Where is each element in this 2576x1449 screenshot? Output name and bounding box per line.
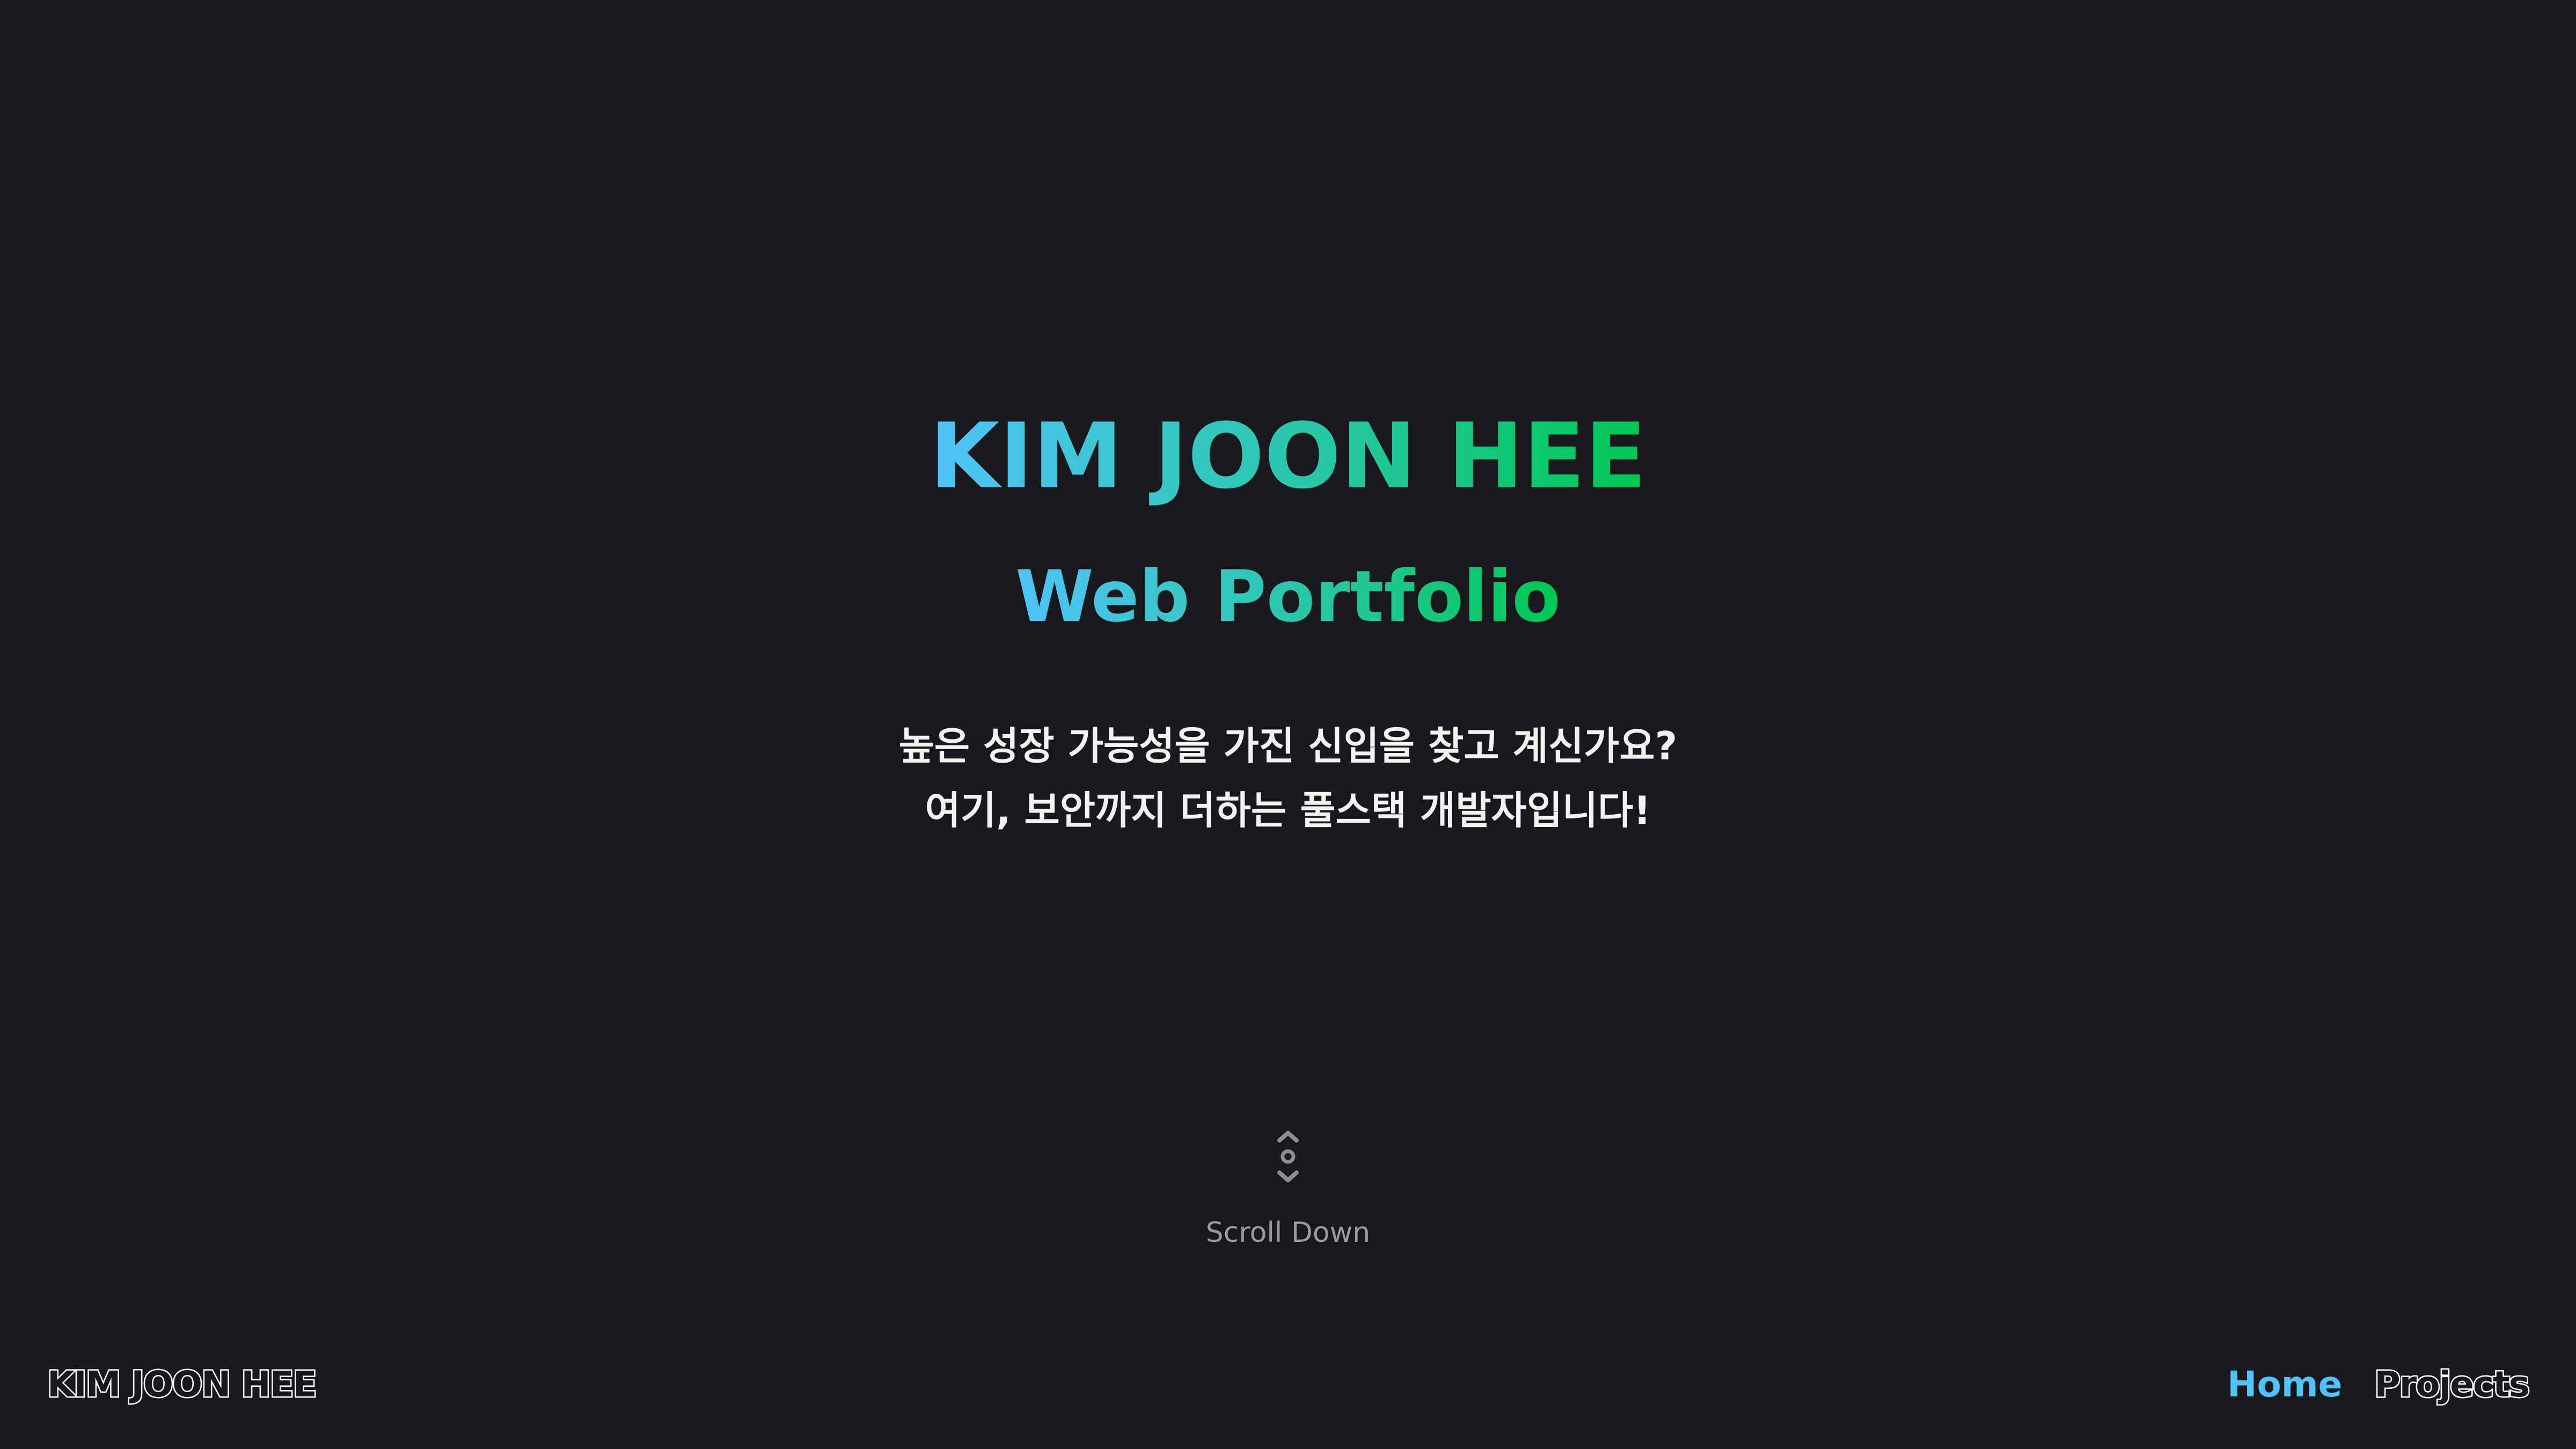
hero-description-line-2: 여기, 보안까지 더하는 풀스택 개발자입니다!: [925, 788, 1651, 833]
scroll-down-button[interactable]: Scroll Down: [1206, 1124, 1370, 1264]
hero-title-text: KIM JOON HEE: [930, 397, 1646, 515]
scroll-down-label: Scroll Down: [1205, 1217, 1371, 1249]
hero-subtitle-text: Web Portfolio: [1015, 548, 1561, 645]
hero-description: 높은 성장 가능성을 가진 신입을 찾고 계신가요? 여기, 보안까지 더하는 …: [0, 714, 2576, 843]
hero-title: KIM JOON HEE: [0, 397, 2576, 515]
brand-logo[interactable]: KIM JOON HEE: [46, 1363, 319, 1407]
nav-links: Home Projects: [2227, 1363, 2531, 1407]
nav-link-projects[interactable]: Projects: [2373, 1363, 2531, 1407]
hero-description-line-1: 높은 성장 가능성을 가진 신입을 찾고 계신가요?: [898, 723, 1678, 769]
hero-section: KIM JOON HEE Web Portfolio 높은 성장 가능성을 가진…: [0, 0, 2576, 1449]
scroll-down-icon: [1277, 1131, 1299, 1182]
bottom-nav: KIM JOON HEE Home Projects: [0, 1352, 2576, 1417]
hero-subtitle: Web Portfolio: [0, 548, 2576, 645]
nav-link-home[interactable]: Home: [2227, 1363, 2342, 1406]
